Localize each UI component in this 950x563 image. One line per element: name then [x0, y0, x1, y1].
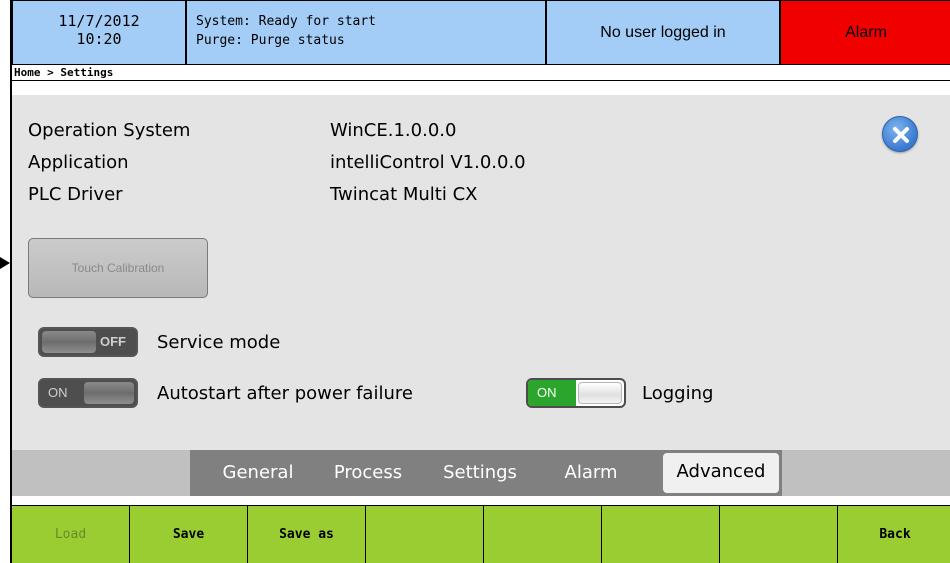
- function-button-6[interactable]: [602, 506, 720, 563]
- info-label: Operation System: [28, 120, 191, 141]
- tab-advanced[interactable]: Advanced: [663, 453, 779, 493]
- service-mode-label: Service mode: [157, 332, 281, 353]
- tab-group: General Process Settings Alarm Advanced: [190, 450, 782, 496]
- save-as-button[interactable]: Save as: [248, 506, 366, 563]
- service-mode-toggle[interactable]: OFF: [38, 327, 138, 357]
- tab-settings[interactable]: Settings: [424, 450, 536, 496]
- toggle-state: ON: [528, 380, 576, 406]
- tab-process[interactable]: Process: [318, 450, 418, 496]
- logging-toggle[interactable]: ON: [526, 378, 626, 408]
- header-date: 11/7/2012: [58, 12, 140, 30]
- divider: [12, 496, 950, 505]
- purge-status: Purge: Purge status: [196, 33, 345, 48]
- autostart-toggle[interactable]: ON: [38, 378, 138, 408]
- function-button-bar: Load Save Save as Back: [12, 505, 950, 563]
- info-label: Application: [28, 152, 129, 173]
- info-value: WinCE.1.0.0.0: [330, 120, 457, 141]
- function-button-7[interactable]: [720, 506, 838, 563]
- info-label: PLC Driver: [28, 184, 123, 205]
- info-row-os: Operation System WinCE.1.0.0.0: [28, 120, 456, 142]
- toggle-state: OFF: [100, 334, 126, 349]
- pointer-marker: [0, 257, 10, 269]
- info-value: intelliControl V1.0.0.0: [330, 152, 526, 173]
- toggle-knob: [578, 382, 622, 404]
- system-status: System: Ready for start: [196, 14, 377, 29]
- hmi-screen: 11/7/2012 10:20 System: Ready for start …: [10, 0, 950, 563]
- function-button-5[interactable]: [484, 506, 602, 563]
- header-status: System: Ready for start Purge: Purge sta…: [186, 0, 546, 65]
- toggle-knob: [84, 382, 134, 404]
- settings-panel: Operation System WinCE.1.0.0.0 Applicatio…: [12, 95, 950, 450]
- autostart-label: Autostart after power failure: [157, 383, 413, 404]
- close-icon: [893, 127, 909, 143]
- close-button[interactable]: [882, 116, 918, 152]
- tab-alarm[interactable]: Alarm: [546, 450, 636, 496]
- load-button[interactable]: Load: [12, 506, 130, 563]
- breadcrumb-divider: [12, 80, 950, 81]
- logging-label: Logging: [642, 383, 714, 404]
- toggle-knob: [42, 331, 96, 353]
- tab-bar: General Process Settings Alarm Advanced: [12, 450, 950, 496]
- header-datetime: 11/7/2012 10:20: [12, 0, 186, 65]
- back-button[interactable]: Back: [838, 506, 950, 563]
- info-row-application: Application intelliControl V1.0.0.0: [28, 152, 526, 174]
- user-login-button[interactable]: No user logged in: [546, 0, 780, 65]
- info-row-plc-driver: PLC Driver Twincat Multi CX: [28, 184, 477, 206]
- save-button[interactable]: Save: [130, 506, 248, 563]
- header-time: 10:20: [76, 30, 122, 48]
- info-value: Twincat Multi CX: [330, 184, 478, 205]
- function-button-4[interactable]: [366, 506, 484, 563]
- breadcrumb: Home > Settings: [14, 66, 114, 79]
- alarm-button[interactable]: Alarm: [780, 0, 950, 65]
- touch-calibration-button[interactable]: Touch Calibration: [28, 238, 208, 298]
- tab-general[interactable]: General: [198, 450, 318, 496]
- toggle-state: ON: [48, 385, 68, 400]
